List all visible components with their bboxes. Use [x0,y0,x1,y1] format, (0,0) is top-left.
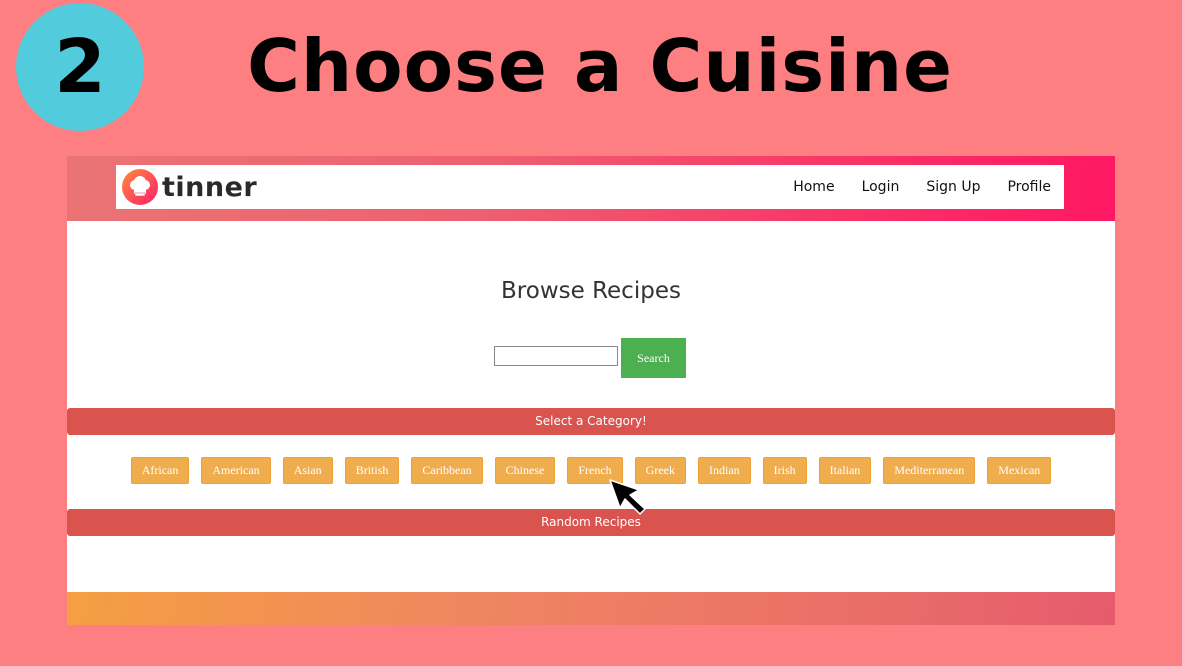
category-caribbean-button[interactable]: Caribbean [411,457,483,484]
category-indian-button[interactable]: Indian [698,457,751,484]
nav-links: Home Login Sign Up Profile [766,179,1051,195]
nav-login-link[interactable]: Login [862,179,900,195]
mouse-cursor-icon [609,479,646,515]
category-mediterranean-button[interactable]: Mediterranean [883,457,976,484]
category-irish-button[interactable]: Irish [762,457,807,484]
app-screenshot: tinner Home Login Sign Up Profile Browse… [67,156,1115,625]
app-header: tinner Home Login Sign Up Profile [67,156,1115,221]
category-list: African American Asian British Caribbean… [67,457,1115,484]
slide-title: Choose a Cuisine [247,24,953,108]
step-number-badge: 2 [16,3,144,131]
logo-text: tinner [162,171,258,203]
nav-signup-link[interactable]: Sign Up [926,179,980,195]
search-button[interactable]: Search [621,338,686,378]
chef-hat-icon [122,169,158,205]
nav-home-link[interactable]: Home [793,179,834,195]
app-footer [67,592,1115,625]
category-african-button[interactable]: African [130,457,190,484]
category-american-button[interactable]: American [201,457,271,484]
page-title: Browse Recipes [501,278,681,304]
search-input[interactable] [494,346,618,366]
random-recipes-section-bar: Random Recipes [67,509,1115,536]
category-mexican-button[interactable]: Mexican [987,457,1052,484]
category-asian-button[interactable]: Asian [282,457,333,484]
category-italian-button[interactable]: Italian [818,457,872,484]
navbar: tinner Home Login Sign Up Profile [116,165,1064,209]
category-british-button[interactable]: British [344,457,400,484]
logo[interactable]: tinner [122,169,257,205]
category-chinese-button[interactable]: Chinese [494,457,556,484]
category-section-bar: Select a Category! [67,408,1115,435]
nav-profile-link[interactable]: Profile [1007,179,1051,195]
